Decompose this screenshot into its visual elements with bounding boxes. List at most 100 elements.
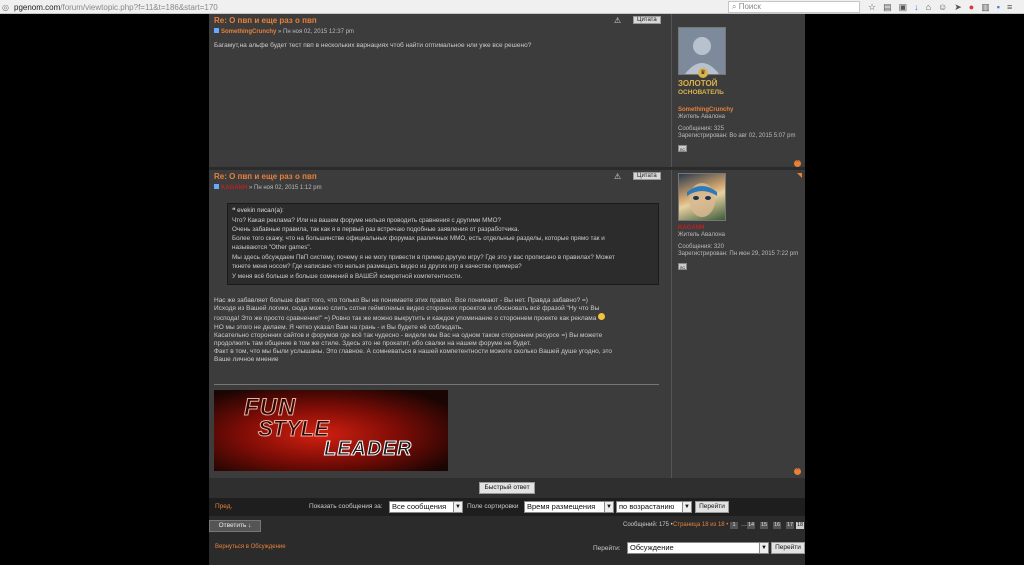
page-link[interactable]: 15 — [760, 522, 769, 529]
address-bar[interactable]: ◎ pgenom.com /forum/viewtopic.php?f=11&t… — [2, 1, 722, 13]
back-to-top-icon[interactable]: ⌃ — [794, 160, 801, 167]
banner-word-3: LEADER — [323, 438, 413, 461]
chevron-down-icon: ▼ — [453, 502, 462, 512]
back-to-forum-link[interactable]: Вернуться в Обсуждение — [215, 544, 286, 550]
profile-registered: Зарегистрирован: Во авг 02, 2015 5:07 pm — [678, 133, 796, 139]
pm-button[interactable]: ЛС — [678, 263, 687, 270]
browser-toolbar: ◎ pgenom.com /forum/viewtopic.php?f=11&t… — [0, 0, 1024, 14]
chevron-down-icon: ▼ — [759, 543, 768, 553]
sort-controls-bar: Пред. Показать сообщения за: Все сообщен… — [209, 498, 805, 516]
prev-page-link[interactable]: Пред. — [215, 503, 232, 510]
post-line: продолжить там общение в том же стиле. З… — [214, 340, 532, 348]
star-icon[interactable]: ☆ — [868, 1, 876, 13]
toolbar-icons: ☆ ▤ ▣ ↓ ⌂ ☺ ➤ ● ▥ ▪ ≡ — [868, 1, 1012, 13]
page-link[interactable]: 14 — [747, 522, 756, 529]
post-date: » Пн ноя 02, 2015 1:12 pm — [249, 185, 322, 191]
quote-line: У меня всё больше и больше сомнений в ВА… — [232, 273, 463, 280]
quick-reply-bar: Быстрый ответ — [209, 478, 805, 498]
post-line: Ваше личное мнение — [214, 356, 279, 364]
reply-arrow-icon: ↓ — [248, 522, 252, 529]
jump-go-button[interactable]: Перейти — [771, 542, 805, 554]
post-meta: SomethingCrunchy » Пн ноя 02, 2015 12:37… — [214, 28, 354, 35]
post-icon[interactable] — [214, 28, 219, 33]
post-line: НО мы этого не делаем. Я четко указал Ва… — [214, 323, 464, 331]
post-line-text: господа! Это же просто сравнение!" =) Ро… — [214, 315, 597, 323]
search-icon: ⌕ — [732, 2, 739, 11]
menu-icon[interactable]: ≡ — [1007, 1, 1012, 13]
quote-line: Мы здесь обсуждаем ПвП систему, почему я… — [232, 254, 615, 261]
jump-select[interactable]: Обсуждение ▼ — [627, 542, 769, 554]
rank-line-2: ОСНОВАТЕЛЬ — [678, 89, 724, 96]
jump-label: Перейти: — [593, 545, 621, 552]
profile-messages[interactable]: Сообщения: 320 — [678, 244, 724, 250]
url-path: /forum/viewtopic.php?f=11&t=186&start=17… — [60, 2, 218, 12]
signature-banner: FUN STYLE LEADER — [214, 390, 448, 471]
profile-name[interactable]: SomethingCrunchy — [678, 107, 733, 113]
post-line: Касательно сторонних сайтов и форумов гд… — [214, 331, 603, 339]
sort-order-select[interactable]: по возрастанию ▼ — [616, 501, 692, 513]
face-avatar-icon — [687, 183, 717, 217]
profile-name[interactable]: KAGANH — [678, 225, 704, 231]
search-placeholder: Поиск — [738, 2, 761, 11]
jump-value: Обсуждение — [630, 543, 674, 552]
author-profile: ♛ ЗОЛОТОЙ ОСНОВАТЕЛЬ SomethingCrunchy Жи… — [671, 14, 805, 167]
chevron-down-icon: ▼ — [682, 502, 691, 512]
url-host: pgenom.com — [14, 2, 61, 12]
author-profile: KAGANH Житель Авалона Сообщения: 320 Зар… — [671, 170, 805, 478]
show-posts-select[interactable]: Все сообщения ▼ — [389, 501, 463, 513]
chevron-down-icon: ▼ — [604, 502, 613, 512]
pm-button[interactable]: ЛС — [678, 145, 687, 152]
chat-icon[interactable]: ☺ — [938, 1, 947, 13]
post-author[interactable]: KAGANH — [221, 185, 247, 191]
post-line: Нас же забавляет больше факт того, что т… — [214, 297, 588, 304]
page-link[interactable]: 16 — [773, 522, 782, 529]
profile-messages[interactable]: Сообщения: 325 — [678, 126, 724, 132]
post-1: Re: О пвп и еще раз о пвп ⚠ Цитата Somet… — [209, 14, 805, 167]
profile-registered: Зарегистрирован: Пн июн 29, 2015 7:22 pm — [678, 251, 799, 257]
reply-label: Ответить — [218, 522, 247, 529]
browser-search-input[interactable]: ⌕ Поиск — [728, 1, 860, 13]
show-posts-value: Все сообщения — [392, 502, 447, 511]
signature-divider — [214, 384, 659, 385]
quote-line: ткнете меня носом? Где написано что нель… — [232, 263, 522, 270]
sort-go-button[interactable]: Перейти — [695, 501, 729, 513]
report-icon[interactable]: ⚠ — [614, 17, 623, 25]
avatar — [678, 173, 726, 221]
post-text: Багамут,на альфе будет тест пвп в нескол… — [214, 42, 531, 50]
home-icon[interactable]: ⌂ — [926, 1, 931, 13]
quote-button[interactable]: Цитата — [633, 16, 661, 24]
post-title[interactable]: Re: О пвп и еще раз о пвп — [214, 16, 317, 25]
post-line: Исходя из Вашей логики, сюда можно слить… — [214, 305, 600, 313]
adblock-icon[interactable]: ● — [969, 1, 974, 13]
posts-count: Сообщений: 175 • — [623, 522, 673, 528]
smiley-icon — [598, 313, 606, 321]
extension-icon[interactable]: ▪ — [997, 1, 1000, 13]
banner-word-2: STYLE — [258, 416, 330, 442]
send-icon[interactable]: ➤ — [954, 1, 962, 13]
download-icon[interactable]: ↓ — [914, 1, 919, 13]
quote-button[interactable]: Цитата — [633, 172, 661, 180]
forum-topic-panel: Re: О пвп и еще раз о пвп ⚠ Цитата Somet… — [209, 14, 805, 565]
page-link[interactable]: 17 — [786, 522, 795, 529]
reply-button[interactable]: Ответить ↓ — [209, 520, 261, 532]
quote-head: ❝ evekin писал(а): — [232, 207, 284, 214]
show-posts-label: Показать сообщения за: — [309, 503, 383, 510]
page-link[interactable]: 1 — [730, 522, 738, 529]
rank-line-1: ЗОЛОТОЙ — [678, 79, 718, 88]
quote-line: Более того скажу, что на большинстве офи… — [232, 235, 605, 242]
addon-icon[interactable]: ▥ — [981, 1, 990, 13]
report-icon[interactable]: ⚠ — [614, 173, 623, 181]
post-meta: KAGANH » Пн ноя 02, 2015 1:12 pm — [214, 184, 322, 191]
profile-status: Житель Авалона — [678, 114, 726, 120]
post-date: » Пн ноя 02, 2015 12:37 pm — [278, 29, 354, 35]
back-to-top-icon[interactable]: ⌃ — [794, 468, 801, 475]
lock-icon[interactable]: ▣ — [899, 1, 908, 13]
clipboard-icon[interactable]: ▤ — [883, 1, 892, 13]
post-icon[interactable] — [214, 184, 219, 189]
sort-field-select[interactable]: Время размещения ▼ — [524, 501, 614, 513]
sort-field-value: Время размещения — [527, 502, 596, 511]
post-author[interactable]: SomethingCrunchy — [221, 29, 276, 35]
quick-reply-button[interactable]: Быстрый ответ — [479, 482, 535, 494]
post-title[interactable]: Re: О пвп и еще раз о пвп — [214, 172, 317, 181]
post-line: господа! Это же просто сравнение!" =) Ро… — [214, 313, 612, 323]
